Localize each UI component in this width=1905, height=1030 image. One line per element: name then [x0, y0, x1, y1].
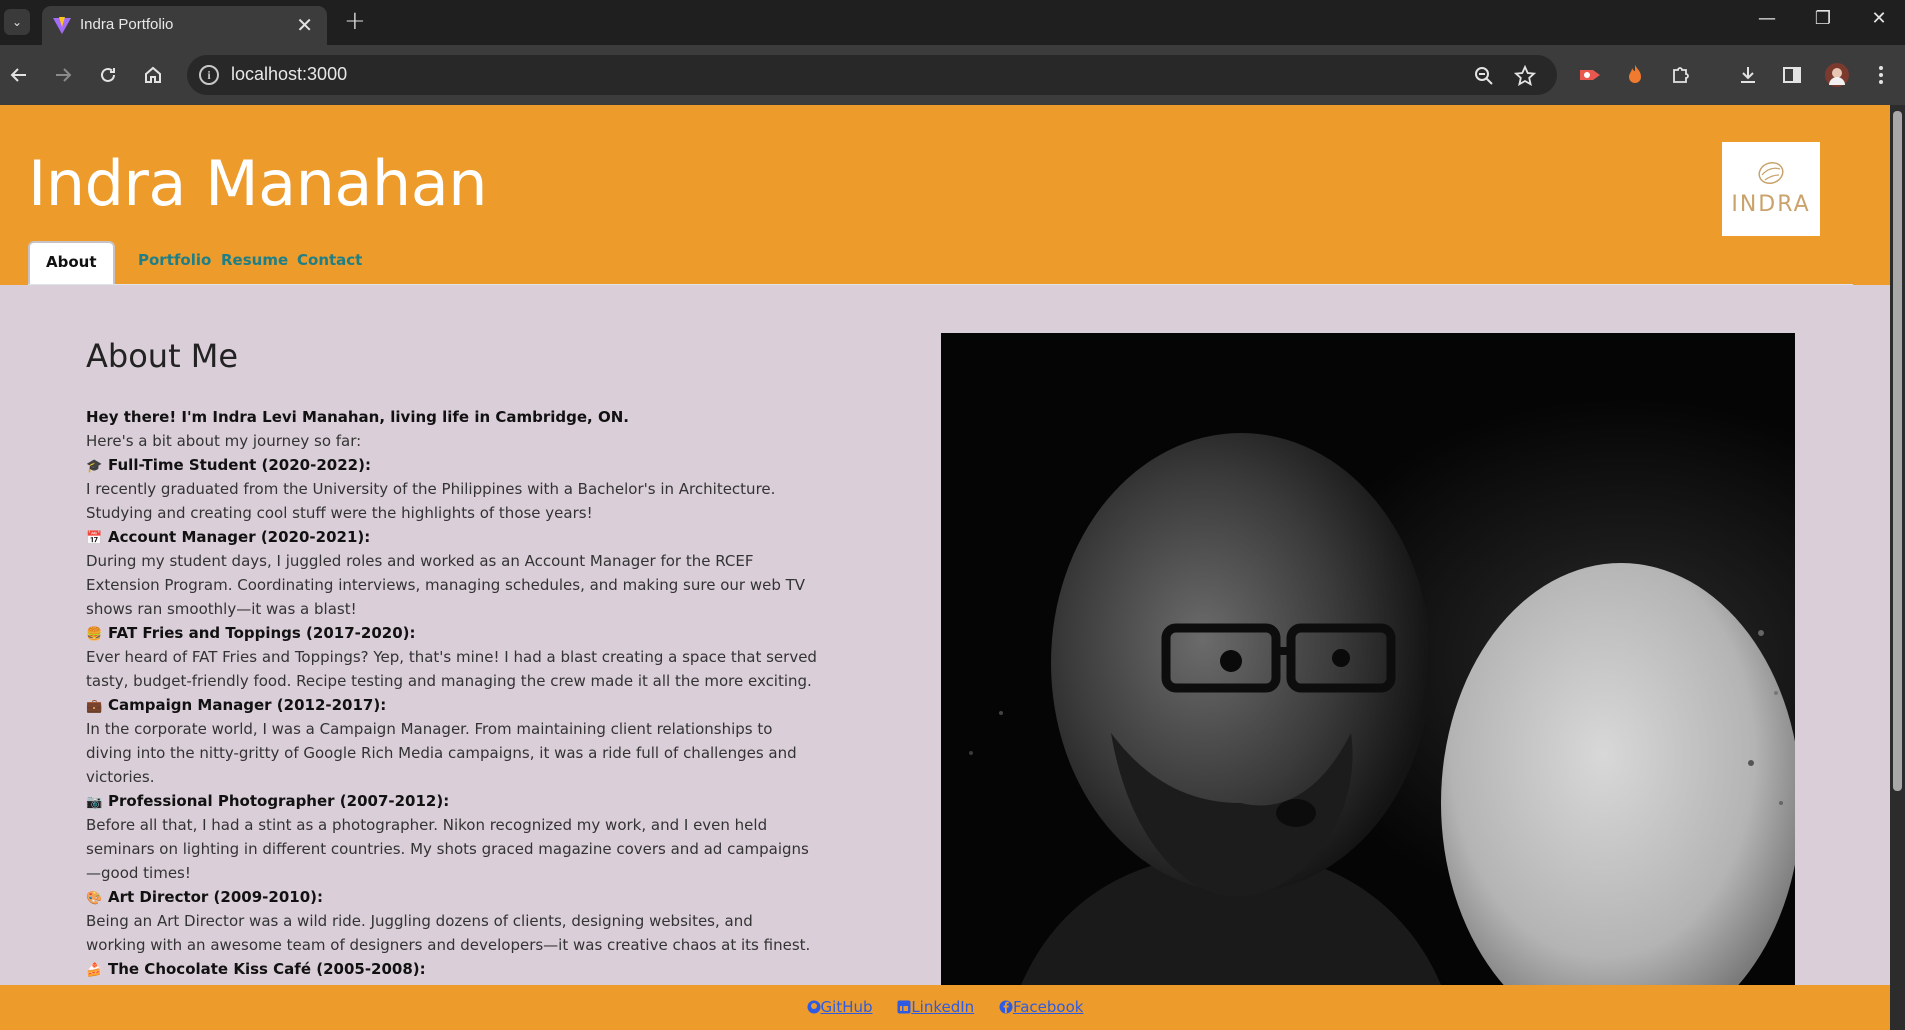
- bio-section-icon: 🍰: [86, 963, 103, 978]
- bio-section-title-text: Art Director (2009-2010):: [108, 888, 323, 906]
- browser-menu-icon[interactable]: [1868, 62, 1894, 88]
- nav-tab-contact[interactable]: Contact: [281, 241, 378, 284]
- bio-section-title-text: Full-Time Student (2020-2022):: [108, 456, 371, 474]
- site-logo[interactable]: INDRA: [1722, 142, 1820, 236]
- bio-section-text: In the corporate world, I was a Campaign…: [86, 720, 773, 738]
- extension-record-icon[interactable]: [1577, 62, 1603, 88]
- tab-close-icon[interactable]: ✕: [296, 13, 313, 37]
- download-icon[interactable]: [1735, 62, 1761, 88]
- side-panel-icon[interactable]: [1779, 62, 1805, 88]
- new-tab-button[interactable]: +: [344, 8, 366, 34]
- minimize-button[interactable]: —: [1752, 8, 1782, 29]
- bio-section-title-text: Account Manager (2020-2021):: [108, 528, 371, 546]
- portrait-image: [941, 333, 1795, 985]
- bio-section-text: Ever heard of FAT Fries and Toppings? Ye…: [86, 648, 817, 666]
- github-link[interactable]: GitHub: [807, 998, 873, 1016]
- bio-section-text: seminars on lighting in different countr…: [86, 840, 809, 858]
- nav-tab-about[interactable]: About: [28, 241, 115, 284]
- bio-section-text: Being an Art Director was a wild ride. J…: [86, 912, 753, 930]
- back-arrow-icon[interactable]: [6, 62, 32, 88]
- vite-favicon-icon: [53, 17, 71, 34]
- bio-section-text: During my student days, I juggled roles …: [86, 552, 754, 570]
- bio-section-icon: 🎨: [86, 891, 103, 906]
- logo-text: INDRA: [1731, 192, 1811, 217]
- tab-title: Indra Portfolio: [80, 16, 174, 33]
- linkedin-icon: [897, 1000, 911, 1014]
- main-nav: About Portfolio Resume Contact: [28, 237, 1853, 285]
- facebook-icon: [999, 1000, 1013, 1014]
- intro-bold: Hey there! I'm Indra Levi Manahan, livin…: [86, 408, 629, 426]
- linkedin-link-label: LinkedIn: [911, 998, 975, 1016]
- bio-section-title: 📅 Account Manager (2020-2021):: [86, 525, 786, 549]
- bio-section-title: 📷 Professional Photographer (2007-2012):: [86, 789, 786, 813]
- site-header: Indra Manahan INDRA About Portfolio Resu…: [0, 105, 1890, 285]
- extension-fire-icon[interactable]: [1622, 62, 1648, 88]
- bio-section-title-text: Campaign Manager (2012-2017):: [108, 696, 387, 714]
- github-link-label: GitHub: [820, 998, 873, 1016]
- bio-section-icon: 🎓: [86, 459, 103, 474]
- close-window-button[interactable]: ✕: [1864, 8, 1894, 29]
- site-footer: GitHub LinkedIn Facebook: [0, 985, 1890, 1030]
- bio-section-icon: 📅: [86, 531, 103, 546]
- reload-icon[interactable]: [95, 62, 121, 88]
- footer-links: GitHub LinkedIn Facebook: [0, 998, 1890, 1016]
- bio-section-text: shows ran smoothly—it was a blast!: [86, 600, 357, 618]
- site-info-icon[interactable]: i: [199, 65, 219, 85]
- bio-section-title: 🎨 Art Director (2009-2010):: [86, 885, 786, 909]
- bio-section-title: 🍔 FAT Fries and Toppings (2017-2020):: [86, 621, 786, 645]
- bio-section-title: 🍰 The Chocolate Kiss Café (2005-2008):: [86, 957, 786, 981]
- scrollbar-thumb[interactable]: [1893, 111, 1902, 791]
- linkedin-link[interactable]: LinkedIn: [897, 998, 974, 1016]
- bio-section-title-text: FAT Fries and Toppings (2017-2020):: [108, 624, 416, 642]
- facebook-link[interactable]: Facebook: [999, 998, 1083, 1016]
- zoom-icon[interactable]: [1473, 65, 1495, 87]
- browser-tab[interactable]: Indra Portfolio ✕: [42, 6, 327, 45]
- bookmark-star-icon[interactable]: [1514, 65, 1536, 87]
- address-url: localhost:3000: [231, 64, 348, 84]
- github-icon: [807, 1000, 821, 1014]
- bio-section-text: diving into the nitty-gritty of Google R…: [86, 744, 797, 762]
- bio-section-title-text: Professional Photographer (2007-2012):: [108, 792, 450, 810]
- site-title: Indra Manahan: [28, 147, 487, 220]
- about-bio: Hey there! I'm Indra Levi Manahan, livin…: [86, 405, 817, 981]
- bio-section-text: tasty, budget-friendly food. Recipe test…: [86, 672, 812, 690]
- about-heading: About Me: [86, 337, 239, 375]
- bio-section-icon: 💼: [86, 699, 103, 714]
- bio-section-title: 💼 Campaign Manager (2012-2017):: [86, 693, 786, 717]
- intro-text: Here's a bit about my journey so far:: [86, 432, 362, 450]
- profile-photo: [941, 333, 1795, 985]
- tab-search-button[interactable]: ⌄: [4, 9, 30, 35]
- bio-section-text: Extension Program. Coordinating intervie…: [86, 576, 806, 594]
- browser-toolbar: i localhost:3000: [0, 45, 1905, 105]
- address-bar[interactable]: i localhost:3000: [187, 55, 1557, 95]
- forward-arrow-icon[interactable]: [50, 62, 76, 88]
- bio-section-icon: 🍔: [86, 627, 103, 642]
- bio-section-icon: 📷: [86, 795, 103, 810]
- restore-button[interactable]: ❐: [1808, 8, 1838, 29]
- profile-avatar-icon[interactable]: [1824, 62, 1850, 88]
- browser-tab-bar: ⌄ Indra Portfolio ✕ + — ❐ ✕: [0, 0, 1905, 45]
- bio-section-text: —good times!: [86, 864, 191, 882]
- bio-section-text: victories.: [86, 768, 155, 786]
- bio-section-text: I recently graduated from the University…: [86, 480, 776, 498]
- bio-section-title: 🎓 Full-Time Student (2020-2022):: [86, 453, 786, 477]
- home-icon[interactable]: [140, 62, 166, 88]
- facebook-link-label: Facebook: [1012, 998, 1084, 1016]
- bio-section-title-text: The Chocolate Kiss Café (2005-2008):: [108, 960, 426, 978]
- page-scrollbar[interactable]: [1890, 105, 1905, 1030]
- bio-section-text: working with an awesome team of designer…: [86, 936, 811, 954]
- logo-mark-icon: [1758, 161, 1784, 185]
- extensions-puzzle-icon[interactable]: [1668, 62, 1694, 88]
- bio-section-text: Studying and creating cool stuff were th…: [86, 504, 593, 522]
- bio-section-text: Before all that, I had a stint as a phot…: [86, 816, 768, 834]
